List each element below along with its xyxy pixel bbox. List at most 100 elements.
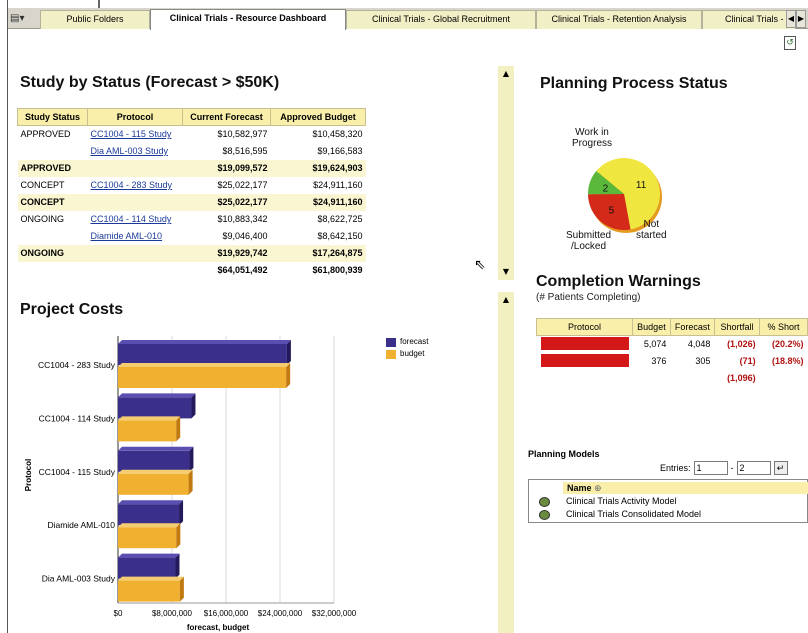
mouse-pointer-icon: ⇖	[474, 257, 486, 273]
subtotal-row: APPROVED $19,099,572 $19,624,903	[17, 159, 366, 177]
protocol-link[interactable]: CC1004 - 114 Study	[91, 214, 172, 224]
col-budget[interactable]: Budget	[632, 318, 671, 336]
completion-warnings-table: Protocol Budget Forecast Shortfall % Sho…	[536, 318, 808, 387]
bar-forecast	[118, 397, 192, 419]
pie-value-label: 11	[636, 180, 647, 191]
protocol-link[interactable]: CC1004 - 283 Study	[91, 180, 173, 190]
tab-scroll-left-button[interactable]: ◀	[786, 10, 796, 28]
empty-cell	[633, 370, 671, 387]
entries-to-input[interactable]	[736, 461, 771, 475]
col-pct-short[interactable]: % Short	[759, 318, 808, 336]
bar-side-budget	[179, 576, 184, 602]
col-study-status[interactable]: Study Status	[17, 108, 88, 126]
protocol-link[interactable]: CC1004 - 115 Study	[91, 129, 172, 139]
bar-budget	[118, 527, 177, 549]
table-row: Diamide AML-010 $9,046,400 $8,642,150	[18, 228, 366, 245]
protocol-link[interactable]: Diamide AML-010	[91, 231, 163, 241]
bar-top-forecast	[118, 393, 196, 398]
category-label: CC1004 - 283 Study	[38, 360, 116, 370]
sort-icon[interactable]: ⊕	[594, 483, 602, 493]
protocol-link-highlighted[interactable]	[540, 336, 629, 350]
planning-models-list: Name ⊕ Clinical Trials Activity Model Cl…	[528, 479, 808, 523]
table-row: 5,074 4,048 (1,026) (20.2%)	[537, 336, 808, 353]
tab-resource-dashboard[interactable]: Clinical Trials - Resource Dashboard	[150, 9, 346, 30]
protocol-cell	[537, 353, 633, 370]
budget-cell: 5,074	[643, 339, 667, 350]
protocol-cell: Dia AML-003 Study	[88, 143, 183, 160]
tab-menu-button[interactable]: ▤▾	[10, 12, 38, 26]
export-icon[interactable]: ↺	[784, 36, 796, 50]
bar-forecast	[118, 504, 180, 526]
protocol-link[interactable]: Dia AML-003 Study	[91, 146, 169, 156]
models-name-header[interactable]: Name ⊕	[563, 482, 808, 494]
budget-cell: $8,642,150	[317, 231, 363, 241]
forecast-cell: $8,516,595	[222, 146, 268, 156]
planning-models-title: Planning Models	[528, 449, 600, 459]
protocol-cell	[537, 336, 633, 353]
legend-item-budget: budget	[386, 348, 428, 360]
pie-label-line: Progress	[572, 138, 613, 149]
col-protocol[interactable]: Protocol	[87, 108, 183, 126]
bar-top-forecast	[118, 500, 184, 505]
bar-top-budget	[118, 576, 184, 581]
status-cell	[18, 262, 88, 279]
pie-label-line: started	[636, 230, 667, 241]
column-label: Name	[567, 483, 592, 493]
list-item[interactable]: Clinical Trials Consolidated Model	[539, 508, 701, 521]
col-current-forecast[interactable]: Current Forecast	[182, 108, 271, 126]
budget-cell: $17,264,875	[270, 244, 366, 262]
enter-arrow-icon: ↵	[776, 463, 785, 473]
model-name: Clinical Trials Activity Model	[566, 496, 677, 506]
entries-from-input[interactable]	[693, 461, 728, 475]
tab-scroll-right-button[interactable]: ▶	[796, 10, 806, 28]
bar-forecast	[118, 557, 176, 579]
protocol-cell	[87, 159, 183, 177]
tab-li[interactable]: Clinical Trials - Li	[702, 10, 796, 29]
tab-global-recruitment[interactable]: Clinical Trials - Global Recruitment	[346, 10, 536, 29]
bar-top-forecast	[118, 553, 180, 558]
bar-side-forecast	[191, 393, 196, 419]
bar-side-forecast	[286, 340, 291, 365]
protocol-link-highlighted[interactable]	[540, 353, 629, 367]
budget-cell: $10,458,320	[312, 129, 363, 140]
entries-go-button[interactable]: ↵	[773, 461, 788, 475]
scroll-up-arrow-icon[interactable]: ▲	[498, 68, 514, 80]
model-name: Clinical Trials Consolidated Model	[566, 509, 702, 519]
x-tick-label: $24,000,000	[258, 609, 303, 618]
bar-budget	[118, 420, 177, 442]
tab-menu-icon: ▤▾	[10, 13, 25, 24]
protocol-cell: Diamide AML-010	[88, 228, 183, 245]
status-cell: CONCEPT	[17, 193, 88, 211]
protocol-cell	[88, 262, 183, 279]
scroll-down-arrow-icon[interactable]: ▼	[498, 266, 514, 278]
bar-top-budget	[118, 416, 181, 421]
upper-pane-scrollbar[interactable]: ▲ ▼	[498, 66, 514, 280]
bar-top-budget	[118, 363, 291, 367]
tab-public-folders[interactable]: Public Folders	[40, 10, 150, 29]
status-cell: APPROVED	[17, 159, 88, 177]
tab-retention-analysis[interactable]: Clinical Trials - Retention Analysis	[536, 10, 702, 29]
bar-side-forecast	[189, 446, 194, 472]
pie-label-line: /Locked	[571, 241, 607, 252]
empty-cell	[760, 370, 808, 387]
bar-side-forecast	[179, 500, 184, 526]
entries-label: Entries:	[660, 463, 691, 473]
x-axis-label: forecast, budget	[187, 623, 250, 632]
col-forecast[interactable]: Forecast	[669, 318, 715, 336]
col-shortfall[interactable]: Shortfall	[713, 318, 761, 336]
bar-top-budget	[118, 523, 181, 528]
protocol-cell: CC1004 - 114 Study	[88, 211, 183, 228]
category-label: CC1004 - 115 Study	[39, 467, 116, 477]
pie-label-line: Not	[643, 219, 660, 230]
planning-status-title: Planning Process Status	[540, 75, 728, 92]
col-protocol[interactable]: Protocol	[536, 318, 633, 336]
legend-swatch	[386, 337, 396, 347]
scroll-up-arrow-icon[interactable]: ▲	[498, 294, 514, 306]
col-approved-budget[interactable]: Approved Budget	[270, 108, 366, 126]
chart-legend: forecast budget	[386, 336, 428, 360]
forecast-cell: $25,022,177	[182, 193, 271, 211]
list-item[interactable]: Clinical Trials Activity Model	[539, 495, 677, 508]
subtotal-row: ONGOING $19,929,742 $17,264,875	[17, 244, 366, 262]
protocol-cell: CC1004 - 283 Study	[88, 177, 183, 194]
lower-pane-scrollbar[interactable]: ▲	[498, 292, 514, 633]
